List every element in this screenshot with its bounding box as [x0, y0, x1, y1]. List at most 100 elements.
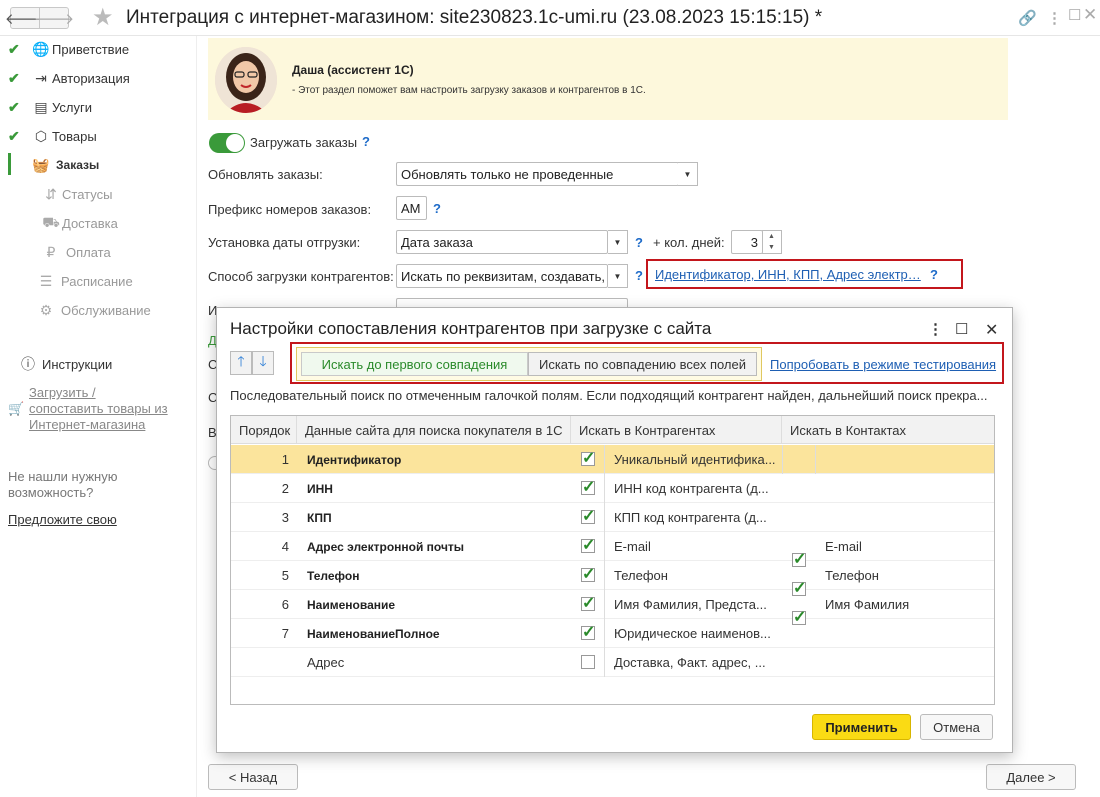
apply-button[interactable]: Применить	[812, 714, 911, 740]
sidebar-item-welcome[interactable]: ✔ 🌐 Приветствие	[8, 38, 129, 60]
table-row[interactable]: 1 Идентификатор Уникальный идентифика...	[231, 445, 994, 474]
contractor-field-cell: Телефон	[614, 568, 668, 583]
search-contractors-checkbox[interactable]	[581, 564, 595, 584]
search-contractors-checkbox[interactable]	[581, 448, 595, 468]
schedule-icon: ☰	[39, 272, 53, 289]
help-icon[interactable]: ?	[635, 268, 643, 283]
days-stepper[interactable]: ▲ ▼	[762, 230, 782, 254]
contact-field-cell: Имя Фамилия	[825, 597, 910, 612]
forward-arrow-button[interactable]: 🡒	[34, 7, 74, 29]
contractor-fields-link[interactable]: Идентификатор, ИНН, КПП, Адрес электр…	[655, 267, 921, 282]
update-orders-select[interactable]: Обновлять только не проведенные	[396, 162, 679, 186]
assistant-avatar	[215, 47, 277, 113]
services-icon: ▤	[34, 98, 48, 115]
sidebar-item-services[interactable]: ✔ ▤ Услуги	[8, 96, 92, 118]
help-icon[interactable]: ?	[433, 201, 441, 216]
ship-date-select[interactable]: Дата заказа	[396, 230, 608, 254]
sidebar-instructions[interactable]: ⓘ Инструкции	[18, 353, 112, 375]
search-contractors-checkbox[interactable]	[581, 622, 595, 642]
contact-field-cell	[825, 503, 990, 532]
sidebar-item-authorization[interactable]: ✔ ⇥ Авторизация	[8, 67, 130, 89]
plus-days-input[interactable]: 3	[731, 230, 763, 254]
search-contractors-checkbox[interactable]	[581, 535, 595, 555]
ship-date-label: Установка даты отгрузки:	[208, 235, 361, 250]
check-icon: ✔	[8, 69, 20, 86]
sidebar-item-orders[interactable]: 🧺 Заказы	[8, 154, 99, 176]
contractor-field-cell: Юридическое наименов...	[614, 626, 771, 641]
sidebar-subitem-payment[interactable]: ₽ Оплата	[40, 241, 111, 263]
assistant-name: Даша (ассистент 1С)	[292, 63, 414, 77]
arrow-up-icon: 🡑	[237, 353, 245, 369]
back-button[interactable]: < Назад	[208, 764, 298, 790]
move-down-button[interactable]: 🡓	[252, 351, 274, 375]
contact-field-cell: Телефон	[825, 568, 879, 583]
sidebar-item-goods[interactable]: ✔ ⬡ Товары	[8, 125, 97, 147]
contact-field-cell	[825, 474, 990, 503]
chevron-down-icon[interactable]: ▼	[608, 230, 628, 254]
search-contractors-checkbox[interactable]	[581, 593, 595, 613]
chevron-down-icon[interactable]: ▼	[678, 162, 698, 186]
link-icon[interactable]: 🔗	[1018, 9, 1037, 27]
plus-days-label: + кол. дней:	[653, 235, 725, 250]
upload-goods-link[interactable]: 🛒 Загрузить / сопоставить товары из Инте…	[8, 385, 168, 433]
contractor-select[interactable]: Искать по реквизитам, создавать,	[396, 264, 608, 288]
favorite-star-icon[interactable]: ★	[92, 3, 114, 32]
dialog-description: Последовательный поиск по отмеченным гал…	[230, 388, 988, 403]
test-mode-link[interactable]: Попробовать в режиме тестирования	[770, 357, 996, 372]
column-header[interactable]: Искать в Контрагентах	[571, 416, 782, 444]
load-orders-toggle[interactable]	[209, 133, 245, 153]
table-row[interactable]: 3 КПП КПП код контрагента (д...	[231, 503, 994, 532]
sidebar-item-schedule[interactable]: ☰ Расписание	[35, 270, 133, 292]
search-contractors-checkbox[interactable]	[581, 655, 595, 669]
sidebar-subitem-statuses[interactable]: ⇵ Статусы	[40, 183, 112, 205]
order-cell: 2	[281, 481, 289, 496]
contractor-field-cell: ИНН код контрагента (д...	[614, 481, 769, 496]
more-menu-icon[interactable]: ⋮	[1047, 9, 1062, 27]
info-icon: ⓘ	[21, 356, 35, 372]
search-contractors-checkbox[interactable]	[581, 477, 595, 497]
maximize-icon[interactable]: ☐	[955, 320, 968, 338]
column-header[interactable]: Искать в Контактах	[782, 416, 994, 444]
statuses-icon: ⇵	[45, 185, 57, 202]
table-row[interactable]: 4 Адрес электронной почты E-mail E-mail	[231, 532, 994, 569]
move-up-button[interactable]: 🡑	[230, 351, 252, 375]
chevron-down-icon[interactable]: ▼	[608, 264, 628, 288]
load-orders-label: Загружать заказы	[250, 135, 358, 150]
field-name-cell: Телефон	[307, 568, 360, 583]
contractor-field-cell: E-mail	[614, 539, 651, 554]
field-name-cell: ИНН	[307, 481, 333, 496]
suggest-link[interactable]: Предложите свою	[8, 512, 117, 527]
help-icon[interactable]: ?	[930, 267, 938, 282]
mode-first-match-button[interactable]: Искать до первого совпадения	[301, 352, 528, 376]
close-window-icon[interactable]: ✕	[1083, 5, 1097, 25]
mode-all-fields-button[interactable]: Искать по совпадению всех полей	[528, 352, 757, 376]
cell-divider	[604, 532, 605, 561]
cell-divider	[815, 445, 816, 474]
maximize-icon[interactable]: ☐	[1068, 6, 1081, 24]
table-row[interactable]: 7 НаименованиеПолное Юридическое наименов.…	[231, 619, 994, 648]
not-found-text: Не нашли нужную возможность?	[8, 469, 118, 500]
more-menu-icon[interactable]: ⋮	[928, 320, 943, 338]
next-button[interactable]: Далее >	[986, 764, 1076, 790]
help-icon[interactable]: ?	[362, 134, 370, 149]
field-name-cell: КПП	[307, 510, 332, 525]
cart-icon: 🛒	[8, 401, 25, 416]
cancel-button[interactable]: Отмена	[920, 714, 993, 740]
ruble-icon: ₽	[46, 243, 56, 260]
column-header[interactable]: Порядок	[231, 416, 297, 444]
sidebar-subitem-delivery[interactable]: ⛟ Доставка	[40, 212, 118, 234]
gear-icon: ⚙	[39, 301, 53, 318]
help-icon[interactable]: ?	[635, 235, 643, 250]
sidebar-item-maintenance[interactable]: ⚙ Обслуживание	[35, 299, 151, 321]
table-row[interactable]: 5 Телефон Телефон Телефон	[231, 561, 994, 598]
order-cell	[231, 648, 289, 677]
table-row[interactable]: Адрес Доставка, Факт. адрес, ...	[231, 648, 994, 677]
contact-field-cell	[825, 619, 990, 648]
table-row[interactable]: 2 ИНН ИНН код контрагента (д...	[231, 474, 994, 503]
check-icon: ✔	[8, 98, 20, 115]
close-dialog-icon[interactable]: ✕	[985, 320, 998, 340]
prefix-input[interactable]: АМ	[396, 196, 427, 220]
search-contractors-checkbox[interactable]	[581, 506, 595, 526]
column-header[interactable]: Данные сайта для поиска покупателя в 1С	[297, 416, 571, 444]
table-row[interactable]: 6 Наименование Имя Фамилия, Предста... Имя …	[231, 590, 994, 627]
